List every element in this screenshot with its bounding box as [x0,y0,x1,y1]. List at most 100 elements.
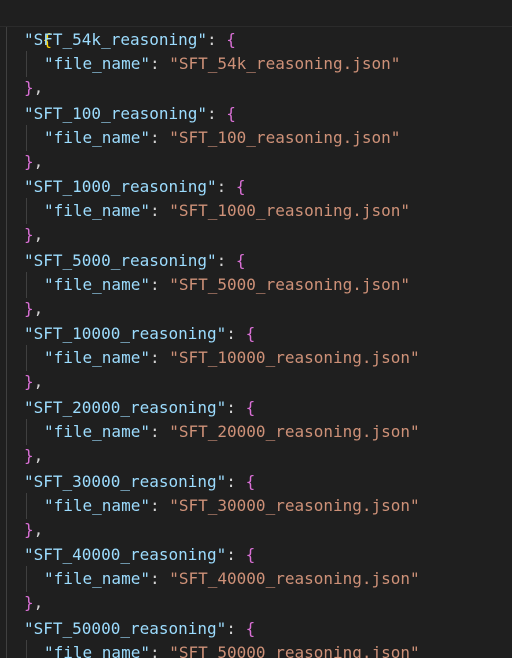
code-line-key: "SFT_20000_reasoning": { [24,396,255,420]
code-line-close: }, [24,223,43,247]
colon: : [149,201,170,221]
colon: : [149,569,170,589]
colon: : [149,495,170,515]
object-close-brace: } [24,298,34,318]
code-line-root-open: { [4,4,53,49]
code-line-close: }, [24,444,43,468]
field-key: "file_name" [44,569,150,589]
colon: : [149,422,170,441]
entry-key: "SFT_10000_reasoning" [24,324,227,344]
entry-key: "SFT_40000_reasoning" [24,545,227,565]
entry-key: "SFT_54k_reasoning" [24,30,208,49]
object-open-brace: { [245,545,256,565]
object-open-brace: { [235,250,246,270]
colon: : [226,398,246,417]
comma: , [33,225,44,245]
object-open-brace: { [245,471,256,491]
indent-guide [26,566,27,593]
object-close-brace: } [24,225,34,245]
code-line-key: "SFT_5000_reasoning": { [24,249,246,273]
field-value: "SFT_5000_reasoning.json" [169,274,411,294]
code-line-field: "file_name": "SFT_50000_reasoning.json" [44,641,420,658]
field-key: "file_name" [44,642,150,658]
object-open-brace: { [245,324,256,344]
code-line-close: }, [24,370,43,394]
comma: , [33,298,44,318]
entry-key: "SFT_50000_reasoning" [24,618,227,638]
colon: : [149,54,170,73]
code-line-key: "SFT_1000_reasoning": { [24,175,246,199]
code-line-field: "file_name": "SFT_40000_reasoning.json" [44,567,420,591]
field-value: "SFT_50000_reasoning.json" [169,642,420,658]
entry-key: "SFT_30000_reasoning" [24,471,227,491]
colon: : [149,127,170,147]
code-line-close: }, [24,518,43,542]
code-line-close: }, [24,591,43,615]
code-line-field: "file_name": "SFT_5000_reasoning.json" [44,273,410,297]
field-key: "file_name" [44,54,150,73]
entry-key: "SFT_100_reasoning" [24,103,208,123]
object-close-brace: } [24,519,34,539]
indent-guide [26,492,27,519]
field-value: "SFT_40000_reasoning.json" [169,569,420,589]
code-line-field: "file_name": "SFT_20000_reasoning.json" [44,420,420,444]
object-open-brace: { [235,177,246,197]
indent-guide [26,345,27,372]
editor-top-border [0,26,512,27]
code-line-key: "SFT_10000_reasoning": { [24,322,255,346]
field-value: "SFT_20000_reasoning.json" [169,422,420,441]
indent-guide [26,419,27,445]
colon: : [216,177,236,197]
code-line-field: "file_name": "SFT_30000_reasoning.json" [44,494,420,518]
colon: : [226,471,246,491]
object-close-brace: } [24,151,34,171]
comma: , [33,151,44,171]
field-value: "SFT_54k_reasoning.json" [169,54,401,73]
code-line-key: "SFT_30000_reasoning": { [24,470,255,494]
colon: : [226,545,246,565]
entry-key: "SFT_5000_reasoning" [24,250,217,270]
code-line-close: }, [24,76,43,100]
code-line-key: "SFT_100_reasoning": { [24,102,236,126]
code-line-field: "file_name": "SFT_54k_reasoning.json" [44,52,400,76]
indent-guide [26,51,27,77]
field-key: "file_name" [44,422,150,441]
code-line-key: "SFT_54k_reasoning": { [24,28,236,52]
code-line-key: "SFT_50000_reasoning": { [24,617,255,641]
object-open-brace: { [226,103,236,123]
code-line-close: }, [24,297,43,321]
object-open-brace: { [245,398,256,417]
code-line-field: "file_name": "SFT_100_reasoning.json" [44,126,400,150]
comma: , [33,593,44,613]
entry-key: "SFT_20000_reasoning" [24,398,227,417]
indent-guide-root [6,27,7,658]
indent-guide [26,198,27,225]
comma: , [33,372,44,392]
code-line-key: "SFT_40000_reasoning": { [24,543,255,567]
colon: : [226,324,246,344]
comma: , [33,519,44,539]
code-editor[interactable]: { "SFT_54k_reasoning": {"file_name": "SF… [0,0,512,658]
indent-guide [26,271,27,298]
indent-guide [26,124,27,151]
code-line-field: "file_name": "SFT_10000_reasoning.json" [44,346,420,370]
colon: : [149,642,170,658]
object-close-brace: } [24,372,34,392]
field-value: "SFT_100_reasoning.json" [169,127,401,147]
object-open-brace: { [245,618,256,638]
code-line-field: "file_name": "SFT_1000_reasoning.json" [44,199,410,223]
indent-guide [26,639,27,658]
object-close-brace: } [24,446,34,465]
object-close-brace: } [24,78,34,97]
colon: : [149,348,170,368]
code-line-close: }, [24,150,43,174]
field-key: "file_name" [44,127,150,147]
object-open-brace: { [226,30,236,49]
field-value: "SFT_30000_reasoning.json" [169,495,420,515]
colon: : [207,30,227,49]
colon: : [216,250,236,270]
field-key: "file_name" [44,274,150,294]
field-value: "SFT_1000_reasoning.json" [169,201,411,221]
comma: , [33,446,44,465]
colon: : [149,274,170,294]
